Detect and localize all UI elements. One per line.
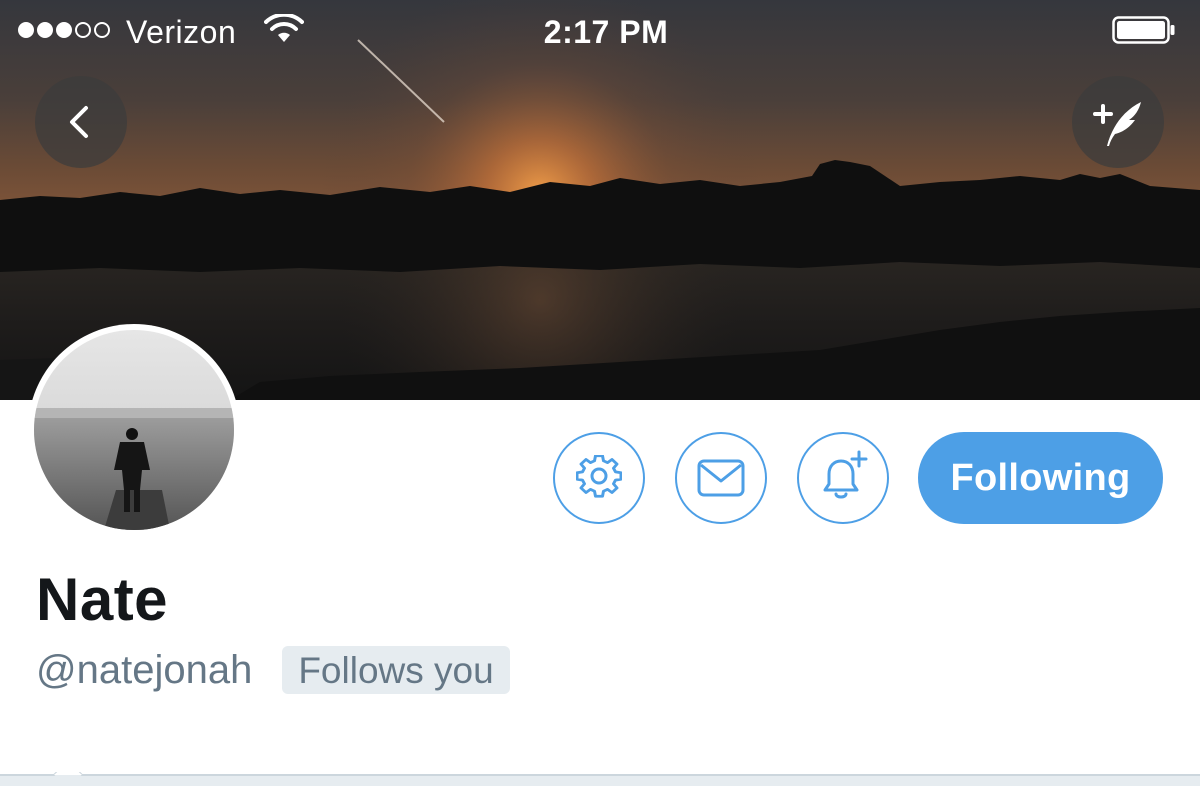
chevron-left-icon xyxy=(70,106,88,138)
gear-icon xyxy=(576,455,622,498)
avatar-photo xyxy=(34,330,234,530)
back-button[interactable] xyxy=(35,76,127,168)
following-button[interactable]: Following xyxy=(918,432,1163,524)
bell-plus-icon xyxy=(823,450,868,499)
display-name: Nate xyxy=(36,566,169,633)
status-time: 2:17 PM xyxy=(543,14,669,50)
envelope-icon xyxy=(697,459,745,497)
handle-row: @natejonah Follows you xyxy=(36,644,510,696)
direct-message-button[interactable] xyxy=(675,432,767,524)
section-divider xyxy=(0,760,1200,786)
profile-screen: Verizon 2:17 PM Following Nate @natejona… xyxy=(0,0,1200,786)
user-handle: @natejonah xyxy=(36,648,253,692)
status-bar: Verizon 2:17 PM xyxy=(0,0,1200,62)
compose-tweet-feather-icon xyxy=(1093,102,1141,146)
battery-icon xyxy=(1112,16,1176,44)
avatar[interactable] xyxy=(28,324,240,536)
compose-tweet-button[interactable] xyxy=(1072,76,1164,168)
notifications-button[interactable] xyxy=(797,432,889,524)
follows-you-badge: Follows you xyxy=(282,646,510,694)
settings-button[interactable] xyxy=(553,432,645,524)
